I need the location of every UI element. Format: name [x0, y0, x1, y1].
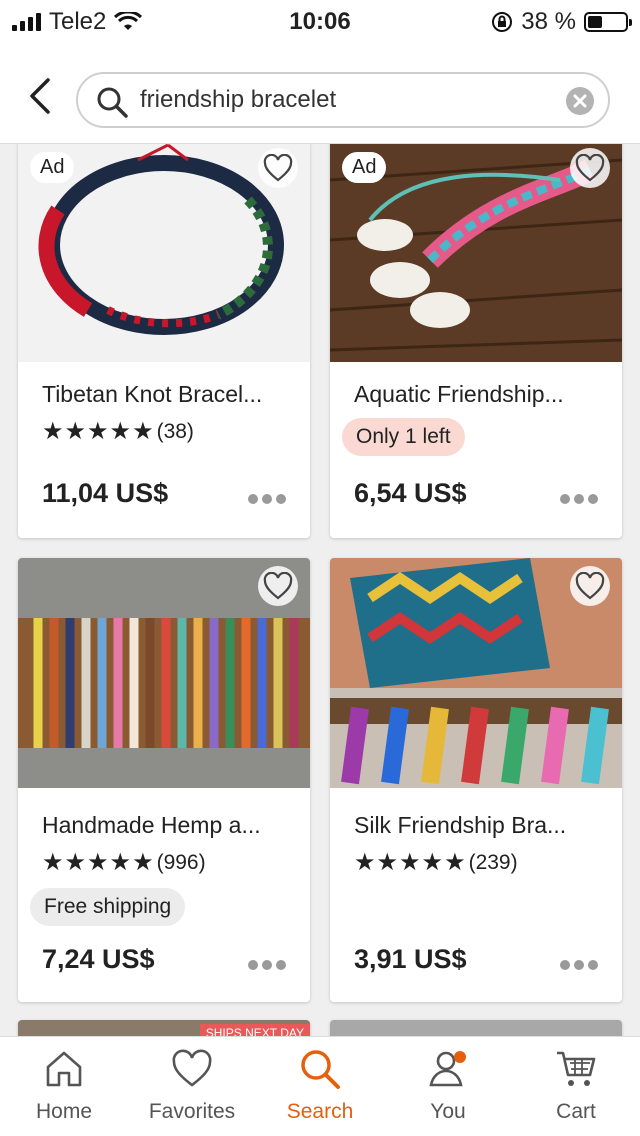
search-input[interactable]: friendship bracelet — [76, 72, 610, 128]
shipping-badge: Free shipping — [30, 888, 186, 926]
star-rating-icon: ★★★★★ — [354, 849, 467, 876]
favorite-button[interactable] — [570, 566, 610, 606]
product-rating: ★★★★★ (996) — [42, 848, 206, 877]
search-query[interactable]: friendship bracelet — [140, 86, 336, 114]
tab-label: Favorites — [148, 1100, 236, 1123]
product-price: 11,04 US$ — [42, 478, 169, 508]
heart-icon — [263, 572, 293, 600]
tab-search[interactable]: Search — [256, 1047, 384, 1124]
product-title: Aquatic Friendship... — [354, 381, 564, 407]
product-card[interactable]: Ad Tibetan Knot Bracel... ★★★★★ (38) 11,… — [18, 144, 310, 538]
product-card[interactable]: Silk Friendship Bra... ★★★★★ (239) 3,91 … — [330, 558, 622, 1002]
home-icon — [46, 1051, 82, 1087]
product-title: Silk Friendship Bra... — [354, 812, 567, 838]
tab-label: You — [430, 1100, 466, 1123]
product-card[interactable] — [330, 1020, 622, 1036]
ad-label: Ad — [30, 152, 75, 183]
user-icon — [429, 1051, 466, 1087]
product-card[interactable]: SHIPS NEXT DAY — [18, 1020, 310, 1036]
status-right: 38 % — [491, 8, 632, 36]
rating-count: (239) — [468, 850, 518, 874]
heart-icon — [575, 572, 605, 600]
stock-badge: Only 1 left — [342, 418, 465, 456]
tab-home[interactable]: Home — [0, 1047, 128, 1124]
favorite-button[interactable] — [570, 148, 610, 188]
battery-percent: 38 % — [521, 8, 576, 35]
star-rating-icon: ★★★★★ — [42, 418, 155, 445]
rotation-lock-icon — [492, 12, 513, 32]
tab-favorites[interactable]: Favorites — [128, 1047, 256, 1124]
status-bar: Tele2 10:06 38 % — [0, 0, 640, 42]
tab-you[interactable]: You — [384, 1047, 512, 1124]
ad-label: Ad — [342, 152, 387, 183]
more-options-icon[interactable] — [560, 960, 598, 970]
search-header: friendship bracelet — [0, 42, 640, 144]
back-icon[interactable] — [22, 76, 62, 116]
product-card[interactable]: Handmade Hemp a... ★★★★★ (996) Free ship… — [18, 558, 310, 1002]
results-grid: Ad Tibetan Knot Bracel... ★★★★★ (38) 11,… — [0, 144, 640, 1036]
tab-cart[interactable]: Cart — [512, 1047, 640, 1124]
tab-label: Search — [286, 1100, 354, 1123]
cart-icon — [557, 1051, 596, 1086]
product-rating: ★★★★★ (38) — [42, 417, 194, 446]
favorite-button[interactable] — [258, 566, 298, 606]
tab-label: Cart — [556, 1100, 596, 1123]
more-options-icon[interactable] — [248, 494, 286, 504]
heart-icon — [172, 1049, 212, 1087]
tab-label: Home — [35, 1100, 93, 1123]
rating-count: (996) — [156, 850, 206, 874]
close-icon — [573, 94, 587, 108]
battery-icon — [584, 12, 632, 32]
product-rating: ★★★★★ (239) — [354, 848, 518, 877]
product-card[interactable]: Ad Aquatic Friendship... Only 1 left 6,5… — [330, 144, 622, 538]
bottom-tab-bar: Home Favorites Search You Cart — [0, 1036, 640, 1136]
more-options-icon[interactable] — [560, 494, 598, 504]
product-title: Tibetan Knot Bracel... — [42, 381, 263, 407]
search-icon — [97, 87, 128, 118]
product-title: Handmade Hemp a... — [42, 812, 261, 838]
product-price: 6,54 US$ — [354, 478, 467, 508]
heart-icon — [575, 154, 605, 182]
product-price: 3,91 US$ — [354, 944, 467, 974]
ships-next-day-banner: SHIPS NEXT DAY — [199, 1024, 310, 1036]
more-options-icon[interactable] — [248, 960, 286, 970]
product-price: 7,24 US$ — [42, 944, 155, 974]
battery-level — [588, 16, 602, 28]
clear-search-button[interactable] — [566, 87, 594, 115]
search-icon — [301, 1050, 340, 1089]
heart-icon — [263, 154, 293, 182]
star-rating-icon: ★★★★★ — [42, 849, 155, 876]
rating-count: (38) — [156, 419, 194, 443]
favorite-button[interactable] — [258, 148, 298, 188]
